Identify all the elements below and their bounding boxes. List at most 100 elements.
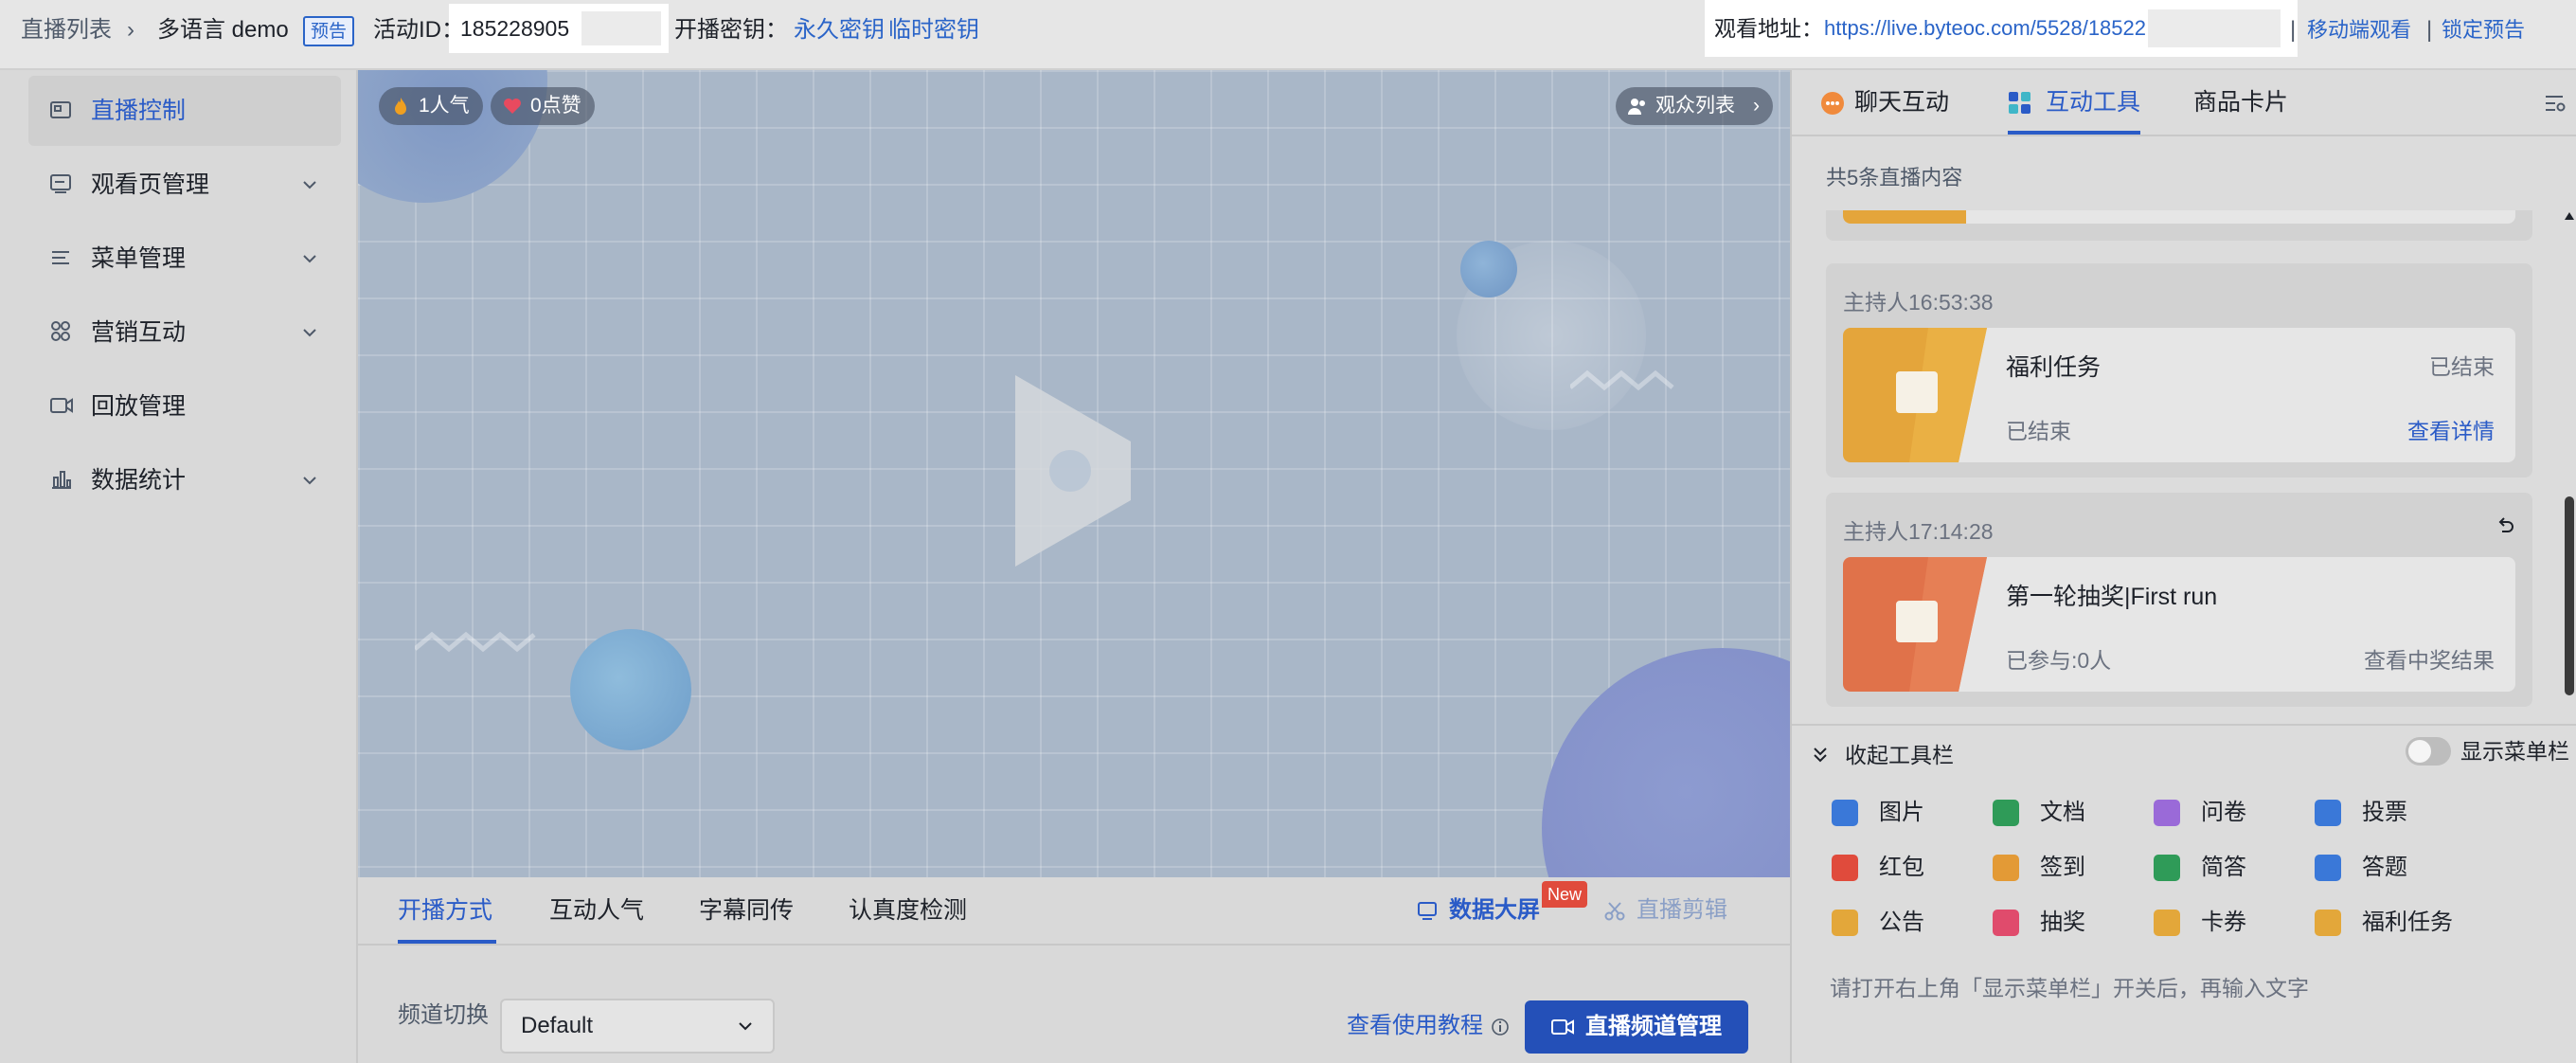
sidebar-item-stats[interactable]: 数据统计 [28, 445, 341, 515]
welfare-task-icon [2315, 910, 2341, 936]
monitor-icon [1418, 902, 1437, 920]
image-icon [1832, 800, 1858, 826]
new-badge: New [1542, 881, 1588, 908]
watch-url-label: 观看地址： [1714, 16, 1823, 41]
divider [358, 944, 1792, 946]
sidebar-item-marketing[interactable]: 营销互动 [28, 297, 341, 368]
broadcast-controls: 开播方式 互动人气 字幕同传 认真度检测 数据大屏 New 直播剪辑 频道切换 … [356, 877, 1792, 1063]
live-content-list[interactable]: 主持人16:53:38 福利任务 已结束 已结束 查看详情 主持人17:14:2… [1792, 210, 2559, 788]
tab-label: 聊天互动 [1854, 89, 1950, 116]
scroll-up-arrow[interactable] [2565, 212, 2574, 220]
card-status: 已结束 [2429, 354, 2495, 379]
view-details-link[interactable]: 查看详情 [2407, 413, 2495, 445]
play-icon[interactable] [1011, 371, 1135, 570]
channel-select[interactable]: Default [500, 999, 775, 1054]
scroll-thumb[interactable] [2565, 496, 2574, 695]
audience-list-label: 观众列表 [1655, 95, 1735, 117]
show-menu-label: 显示菜单栏 [2460, 739, 2569, 764]
host-time: 主持人17:14:28 [1843, 519, 1994, 544]
card-substatus: 已参与:0人 [2006, 648, 2112, 673]
channel-value: Default [521, 1013, 594, 1038]
stream-key-label: 开播密钥： [674, 17, 788, 43]
collapse-toolbar-label: 收起工具栏 [1845, 743, 1954, 767]
channel-manage-label: 直播频道管理 [1585, 1014, 1722, 1039]
lock-preview-link[interactable]: 锁定预告 [2442, 0, 2525, 61]
chevron-down-icon [739, 1022, 752, 1031]
decor-zigzag [415, 631, 536, 653]
quiz-icon [2315, 855, 2341, 881]
video-preview[interactable]: 1人气 0点赞 观众列表 › [356, 70, 1790, 877]
sidebar-item-label: 直播控制 [91, 98, 187, 124]
popularity-pill: 1人气 [379, 87, 483, 125]
mobile-watch-link[interactable]: 移动端观看 [2307, 0, 2411, 61]
coupon-icon [2154, 910, 2180, 936]
likes-pill: 0点赞 [491, 87, 595, 125]
replay-icon [50, 398, 73, 413]
card-substatus: 已结束 [2006, 419, 2071, 443]
show-menu-toggle[interactable] [2406, 737, 2451, 766]
tab-attention-check[interactable]: 认真度检测 [849, 877, 967, 944]
sidebar-item-label: 菜单管理 [91, 245, 187, 272]
channel-manage-button[interactable]: 直播频道管理 [1525, 1000, 1748, 1054]
sidebar-item-label: 观看页管理 [91, 171, 210, 198]
chat-icon [1821, 92, 1844, 115]
card-title: 福利任务 [2006, 354, 2102, 381]
sidebar-item-label: 营销互动 [91, 319, 187, 346]
heart-icon [504, 99, 521, 114]
chevron-double-down-icon [1814, 748, 1827, 763]
list-item [1826, 210, 2532, 241]
video-camera-icon [1551, 1019, 1574, 1035]
event-name: 多语言 demo [157, 17, 289, 43]
divider [1792, 135, 2576, 136]
decor-zigzag [1570, 369, 1674, 391]
audience-list-button[interactable]: 观众列表 › [1616, 87, 1773, 125]
live-control-icon [50, 101, 71, 118]
tab-interaction-popularity[interactable]: 互动人气 [549, 877, 644, 944]
undo-icon[interactable] [2495, 515, 2515, 536]
tab-subtitles[interactable]: 字幕同传 [699, 877, 794, 944]
sidebar-item-replay[interactable]: 回放管理 [28, 371, 341, 441]
temp-key-link[interactable]: 临时密钥 [888, 0, 979, 61]
list-settings-icon[interactable] [2544, 93, 2567, 114]
card-title: 第一轮抽奖|First run [2006, 584, 2218, 610]
permanent-key-link[interactable]: 永久密钥 [794, 0, 885, 61]
sidebar-item-label: 数据统计 [91, 467, 187, 494]
list-item: 主持人16:53:38 福利任务 已结束 已结束 查看详情 [1826, 263, 2532, 477]
decor-circle [570, 629, 691, 750]
chevron-down-icon [303, 477, 316, 485]
scissors-icon [1604, 902, 1625, 921]
top-bar: 直播列表 › 多语言 demo 预告 活动ID： 18522890​5 开播密钥… [0, 0, 2576, 70]
chevron-right-icon: › [1753, 95, 1760, 117]
view-results-link[interactable]: 查看中奖结果 [2364, 642, 2495, 675]
scrollbar[interactable] [2565, 212, 2574, 781]
ticket-icon [1896, 371, 1938, 413]
big-screen-label: 数据大屏 [1449, 897, 1540, 923]
flame-icon [395, 98, 406, 115]
chevron-down-icon [303, 181, 316, 189]
decor-circle [1460, 241, 1517, 297]
sidebar-item-label: 回放管理 [91, 393, 187, 420]
menu-icon [52, 251, 69, 264]
tab-broadcast-mode[interactable]: 开播方式 [398, 877, 492, 944]
marketing-icon [51, 321, 70, 341]
live-clip-label: 直播剪辑 [1637, 897, 1727, 923]
divider [1792, 724, 2576, 726]
sidebar-item-menu[interactable]: 菜单管理 [28, 224, 341, 294]
channel-label: 频道切换 [398, 1002, 489, 1028]
short-answer-icon [2154, 855, 2180, 881]
input-hint: 请打开右上角「显示菜单栏」开关后，再输入文字 [1830, 976, 2309, 1000]
watch-url-box: 观看地址： https://live.byteoc.com/5528/18522 [1705, 0, 2298, 57]
separator: | [2426, 17, 2433, 43]
tab-product-cards[interactable]: 商品卡片 [2193, 70, 2288, 135]
lottery-card: 第一轮抽奖|First run 已参与:0人 查看中奖结果 [1843, 557, 2515, 692]
document-icon [1993, 800, 2019, 826]
activity-id-value: 18522890​5 [460, 16, 570, 41]
sidebar-item-live-control[interactable]: 直播控制 [28, 76, 341, 146]
host-time: 主持人16:53:38 [1843, 290, 1994, 315]
gift-icon [1896, 601, 1938, 642]
redaction-mask [2148, 9, 2281, 47]
watch-url-link[interactable]: https://live.byteoc.com/5528/18522 [1824, 0, 2146, 57]
breadcrumb-root[interactable]: 直播列表 [21, 0, 112, 61]
sidebar-item-watch-page[interactable]: 观看页管理 [28, 150, 341, 220]
chevron-down-icon [303, 255, 316, 263]
